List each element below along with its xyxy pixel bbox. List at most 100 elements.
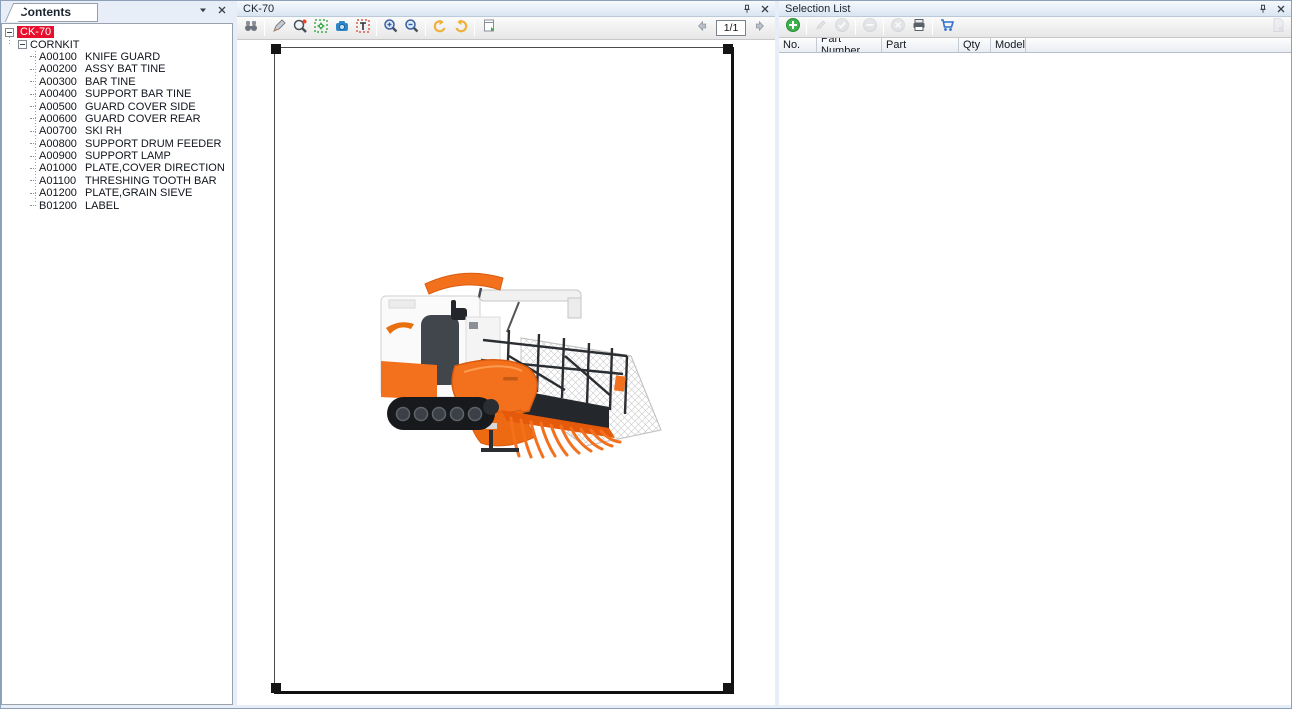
tree-node-root[interactable]: CK-70 — [2, 26, 232, 39]
remove-part-button — [859, 17, 880, 38]
rotate-left-icon — [432, 18, 448, 39]
column-header-part[interactable]: Part — [882, 38, 959, 52]
order-cart-icon — [939, 17, 955, 38]
toolbar-separator — [425, 20, 426, 36]
add-part-icon — [785, 17, 801, 38]
tree-item-name: LABEL — [85, 199, 120, 212]
next-page-button[interactable] — [750, 20, 768, 36]
rotate-right-icon — [453, 18, 469, 39]
selection-toolbar — [779, 17, 1291, 38]
snapshot-icon — [334, 18, 350, 39]
toolbar-separator — [474, 20, 475, 36]
application-window: Contents CK-70 CORNKIT A00100 KNIFE GUAR… — [0, 0, 1292, 709]
tree-item[interactable]: A00200 ASSY BAT TINE — [2, 63, 232, 75]
viewer-toolbar: 1/1 — [237, 17, 775, 40]
collapse-icon[interactable] — [5, 27, 14, 37]
tree-item[interactable]: A00100 KNIFE GUARD — [2, 51, 232, 63]
collapse-icon[interactable] — [18, 40, 27, 50]
toolbar-separator — [376, 20, 377, 36]
export-image-button[interactable] — [478, 19, 499, 38]
tree-item-name: PLATE,COVER DIRECTION — [85, 162, 225, 175]
tree-item-code: A00100 — [39, 50, 77, 63]
tree-item[interactable]: A01000 PLATE,COVER DIRECTION — [2, 162, 232, 174]
close-icon[interactable] — [758, 2, 771, 15]
column-header-no[interactable]: No. — [779, 38, 817, 52]
column-header-part-number[interactable]: Part Number — [817, 38, 882, 52]
zoom-out-icon — [404, 18, 420, 39]
export-image-icon — [481, 18, 497, 39]
tree-item-code: A00800 — [39, 137, 77, 150]
toolbar-separator — [883, 19, 884, 35]
export-list-icon — [1270, 17, 1286, 38]
tree-connector-line — [35, 51, 36, 204]
tree-item[interactable]: A00700 SKI RH — [2, 125, 232, 137]
text-select-button[interactable] — [352, 18, 373, 38]
tree-item-name: BAR TINE — [85, 75, 136, 88]
close-icon — [216, 3, 228, 21]
tree-item[interactable]: B01200 LABEL — [2, 199, 232, 212]
tree-item[interactable]: A00600 GUARD COVER REAR — [2, 113, 232, 125]
previous-page-button[interactable] — [694, 20, 712, 36]
selection-titlebar: Selection List — [779, 1, 1291, 17]
pan-tool-button[interactable] — [268, 18, 289, 39]
add-part-button[interactable] — [782, 17, 803, 38]
page-corner-marker — [723, 683, 733, 693]
page-corner-marker — [271, 683, 281, 693]
tree-item-code: A00600 — [39, 112, 77, 125]
selection-list-panel: Selection List No. Part Number Part Qty Mode… — [779, 1, 1291, 705]
tree-group-label: CORNKIT — [30, 38, 80, 51]
tree-item[interactable]: A00900 SUPPORT LAMP — [2, 150, 232, 162]
zoom-area-button[interactable] — [289, 19, 310, 38]
pan-tool-icon — [271, 18, 287, 39]
apply-part-icon — [834, 17, 850, 38]
tree-item[interactable]: A01100 THRESHING TOOTH BAR — [2, 175, 232, 187]
diagram-page[interactable] — [271, 44, 734, 694]
tree-node-group[interactable]: CORNKIT — [2, 38, 232, 51]
order-cart-button[interactable] — [936, 18, 957, 37]
tree-twig-icon — [30, 205, 36, 207]
close-icon[interactable] — [1274, 2, 1287, 15]
page-corner-marker — [723, 44, 733, 54]
tree-item-name: SUPPORT DRUM FEEDER — [85, 137, 222, 150]
clear-part-button — [887, 17, 908, 37]
zoom-in-button[interactable] — [380, 18, 401, 38]
pin-icon[interactable] — [740, 2, 753, 15]
tree-item[interactable]: A00300 BAR TINE — [2, 76, 232, 88]
drawing-canvas[interactable] — [237, 40, 775, 705]
snapshot-button[interactable] — [331, 19, 352, 38]
search-parts-button[interactable] — [240, 19, 261, 38]
contents-tree: CK-70 CORNKIT A00100 KNIFE GUARD A00200 … — [1, 23, 233, 705]
page-corner-marker — [271, 44, 281, 54]
selection-table-body[interactable] — [779, 53, 1291, 705]
contents-menu-button[interactable] — [195, 4, 210, 19]
tree-connector-line — [9, 37, 10, 46]
apply-part-button — [831, 17, 852, 38]
page-indicator-input[interactable]: 1/1 — [716, 20, 746, 36]
edit-part-icon — [813, 17, 829, 38]
rotate-left-button[interactable] — [429, 19, 450, 38]
tree-item-code: A01200 — [39, 187, 77, 200]
column-header-model[interactable]: Model — [991, 38, 1026, 52]
rotate-right-button[interactable] — [450, 19, 471, 38]
tree-item-name: GUARD COVER REAR — [85, 112, 201, 125]
column-header-qty[interactable]: Qty — [959, 38, 991, 52]
contents-close-button[interactable] — [214, 4, 229, 19]
tree-item-name: PLATE,GRAIN SIEVE — [85, 187, 193, 200]
pin-icon[interactable] — [1256, 2, 1269, 15]
zoom-out-button[interactable] — [401, 18, 422, 39]
tree-item-code: B01200 — [39, 199, 77, 212]
tree-item[interactable]: A01200 PLATE,GRAIN SIEVE — [2, 187, 232, 199]
tree-item[interactable]: A00800 SUPPORT DRUM FEEDER — [2, 138, 232, 150]
toolbar-separator — [932, 19, 933, 35]
print-list-button[interactable] — [908, 18, 929, 37]
tree-item[interactable]: A00400 SUPPORT BAR TINE — [2, 88, 232, 100]
tree-item-code: A01000 — [39, 162, 77, 175]
export-list-button — [1267, 17, 1288, 38]
tree-item[interactable]: A00500 GUARD COVER SIDE — [2, 100, 232, 113]
tree-item-name: ASSY BAT TINE — [85, 63, 166, 76]
tree-item-name: KNIFE GUARD — [85, 50, 161, 63]
remove-part-icon — [862, 17, 878, 38]
fit-page-button[interactable] — [310, 18, 331, 38]
tree-item-code: A00200 — [39, 63, 77, 76]
tab-contents[interactable]: Contents — [15, 2, 98, 22]
